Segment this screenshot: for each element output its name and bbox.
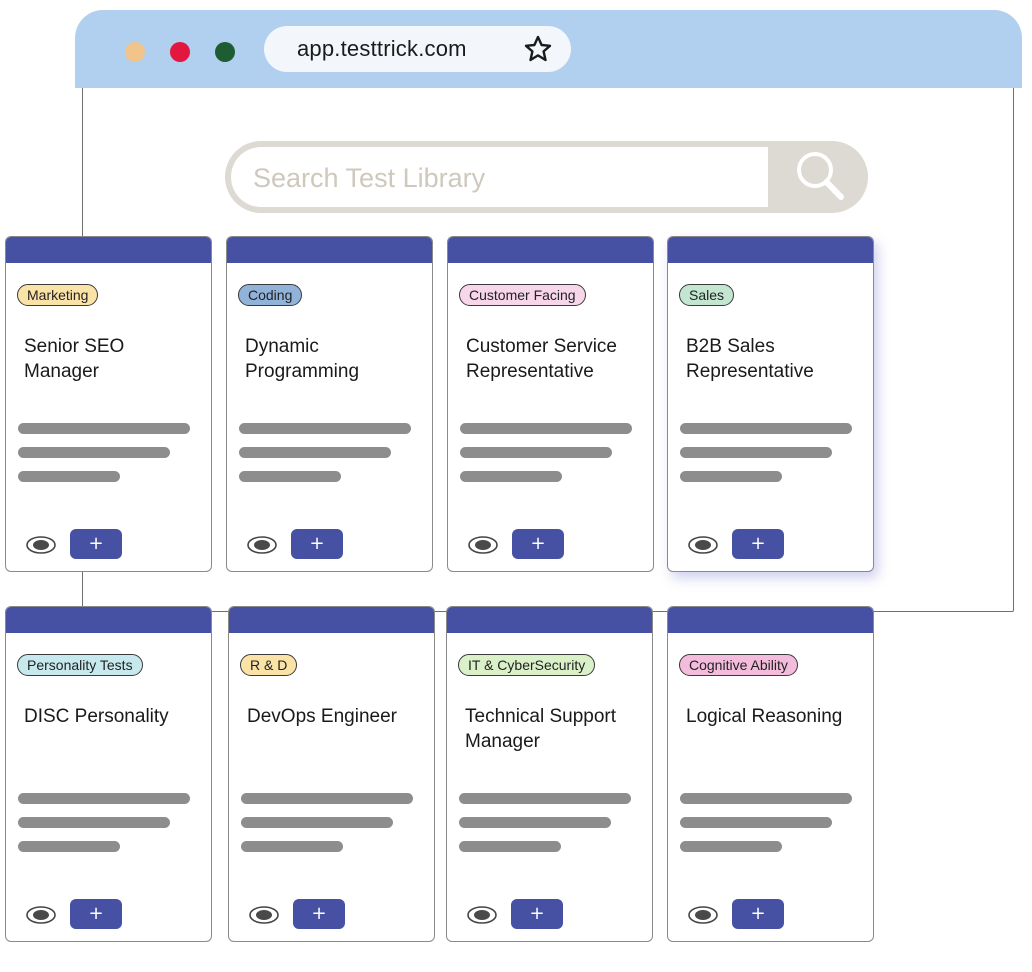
address-bar[interactable]: app.testtrick.com xyxy=(264,26,571,72)
test-card[interactable]: IT & CyberSecurity Technical Support Man… xyxy=(446,606,653,942)
placeholder-line xyxy=(459,841,561,852)
star-icon[interactable] xyxy=(523,34,553,64)
search-input[interactable] xyxy=(251,147,755,209)
placeholder-line xyxy=(680,817,832,828)
test-title: DevOps Engineer xyxy=(247,706,397,727)
category-tag: Sales xyxy=(679,284,735,306)
placeholder-line xyxy=(239,447,391,458)
card-header xyxy=(448,237,653,263)
card-header xyxy=(668,607,873,633)
test-title: Senior SEO Manager xyxy=(24,336,125,382)
card-header xyxy=(447,607,652,633)
placeholder-line xyxy=(680,423,852,434)
category-tag: Customer Facing xyxy=(459,284,586,306)
search-icon[interactable] xyxy=(791,147,849,205)
eye-icon[interactable] xyxy=(687,535,719,555)
card-header xyxy=(229,607,434,633)
test-title: B2B Sales Representative xyxy=(686,336,814,382)
window-dot-maximize[interactable] xyxy=(215,42,235,62)
placeholder-line xyxy=(18,841,120,852)
placeholder-line xyxy=(18,423,190,434)
add-test-button[interactable]: + xyxy=(70,899,122,929)
category-tag: Marketing xyxy=(17,284,99,306)
placeholder-line xyxy=(241,817,393,828)
test-card[interactable]: Cognitive Ability Logical Reasoning + xyxy=(667,606,874,942)
add-test-button[interactable]: + xyxy=(732,899,784,929)
add-test-button[interactable]: + xyxy=(512,529,564,559)
test-card[interactable]: R & D DevOps Engineer + xyxy=(228,606,435,942)
placeholder-line xyxy=(460,423,632,434)
test-card[interactable]: Sales B2B Sales Representative + xyxy=(667,236,874,572)
test-card[interactable]: Coding Dynamic Programming + xyxy=(226,236,433,572)
card-header xyxy=(227,237,432,263)
eye-icon[interactable] xyxy=(248,905,280,925)
search-field xyxy=(231,147,768,209)
add-test-button[interactable]: + xyxy=(70,529,122,559)
placeholder-line xyxy=(18,793,190,804)
eye-icon[interactable] xyxy=(467,535,499,555)
placeholder-line xyxy=(18,471,120,482)
placeholder-line xyxy=(680,841,782,852)
placeholder-line xyxy=(680,471,782,482)
add-test-button[interactable]: + xyxy=(291,529,343,559)
test-title: DISC Personality xyxy=(24,706,169,727)
placeholder-line xyxy=(241,841,343,852)
placeholder-line xyxy=(459,817,611,828)
category-tag: Coding xyxy=(238,284,303,306)
placeholder-line xyxy=(241,793,413,804)
eye-icon[interactable] xyxy=(25,905,57,925)
test-title: Dynamic Programming xyxy=(245,336,360,382)
eye-icon[interactable] xyxy=(25,535,57,555)
category-tag: Cognitive Ability xyxy=(679,654,798,676)
test-title: Technical Support Manager xyxy=(465,706,617,752)
test-title: Logical Reasoning xyxy=(686,706,843,727)
add-test-button[interactable]: + xyxy=(511,899,563,929)
card-header xyxy=(6,237,211,263)
card-header xyxy=(6,607,211,633)
add-test-button[interactable]: + xyxy=(732,529,784,559)
eye-icon[interactable] xyxy=(687,905,719,925)
test-title: Customer Service Representative xyxy=(466,336,617,382)
eye-icon[interactable] xyxy=(466,905,498,925)
placeholder-line xyxy=(460,471,562,482)
search-bar xyxy=(225,141,868,213)
placeholder-line xyxy=(460,447,612,458)
test-card[interactable]: Personality Tests DISC Personality + xyxy=(5,606,212,942)
window-dot-close[interactable] xyxy=(170,42,190,62)
category-tag: IT & CyberSecurity xyxy=(458,654,596,676)
url-text: app.testtrick.com xyxy=(297,36,467,61)
placeholder-line xyxy=(680,447,832,458)
eye-icon[interactable] xyxy=(246,535,278,555)
placeholder-line xyxy=(239,423,411,434)
placeholder-line xyxy=(680,793,852,804)
placeholder-line xyxy=(18,817,170,828)
card-header xyxy=(668,237,873,263)
test-card[interactable]: Marketing Senior SEO Manager + xyxy=(5,236,212,572)
window-dot-minimize[interactable] xyxy=(125,42,145,62)
placeholder-line xyxy=(239,471,341,482)
placeholder-line xyxy=(18,447,170,458)
placeholder-line xyxy=(459,793,631,804)
test-card[interactable]: Customer Facing Customer Service Represe… xyxy=(447,236,654,572)
add-test-button[interactable]: + xyxy=(293,899,345,929)
category-tag: R & D xyxy=(240,654,298,676)
category-tag: Personality Tests xyxy=(17,654,143,676)
